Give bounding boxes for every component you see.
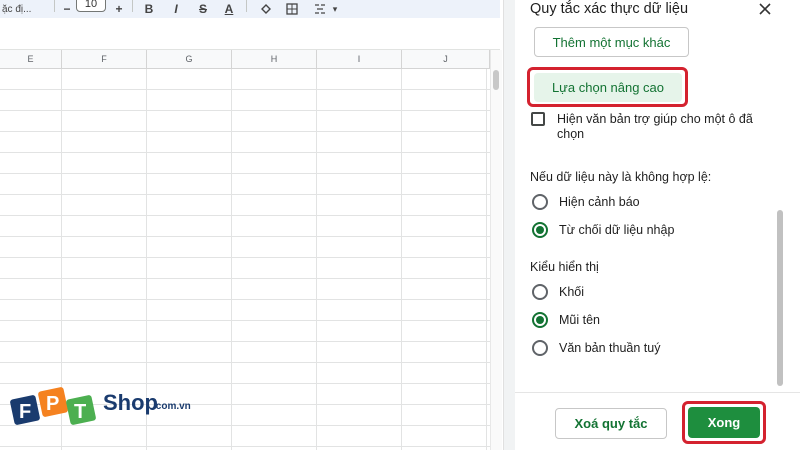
formula-bar[interactable] [0, 18, 500, 50]
grid-line [0, 383, 490, 384]
column-header-f[interactable]: F [62, 50, 147, 69]
grid-line [0, 362, 490, 363]
svg-text:F: F [19, 401, 31, 423]
display-style-label: Kiểu hiển thị [530, 260, 599, 274]
panel-scrollbar-thumb[interactable] [777, 210, 783, 386]
strikethrough-button[interactable]: S [196, 0, 210, 18]
grid-line [0, 152, 490, 153]
text-color-button[interactable]: A [222, 0, 236, 18]
help-text-checkbox-label: Hiện văn bản trợ giúp cho một ô đã chọn [557, 112, 753, 141]
close-icon[interactable] [754, 0, 776, 20]
toolbar-separator [246, 0, 247, 12]
add-another-item-button[interactable]: Thêm một mục khác [534, 27, 689, 57]
grid-line [316, 69, 317, 450]
column-header-j[interactable]: J [402, 50, 490, 69]
help-text-checkbox[interactable] [531, 112, 545, 126]
grid-line [0, 89, 490, 90]
grid-line [0, 341, 490, 342]
grid-line [0, 299, 490, 300]
grid-line [0, 320, 490, 321]
radio-chip[interactable] [532, 284, 548, 300]
remove-rule-button[interactable]: Xoá quy tắc [555, 408, 667, 439]
grid-line [231, 69, 232, 450]
column-header-i[interactable]: I [317, 50, 402, 69]
advanced-options-button[interactable]: Lựa chọn nâng cao [534, 73, 682, 102]
watermark-domain-text: .com.vn [153, 401, 191, 412]
toolbar: ặc đị... − 10 + B I S A ▾ [0, 0, 500, 18]
toolbar-separator [132, 0, 133, 12]
borders-icon[interactable] [284, 0, 300, 18]
grid-line [0, 446, 490, 447]
data-validation-panel: Quy tắc xác thực dữ liệu Thêm một mục kh… [515, 0, 800, 450]
radio-show-warning[interactable] [532, 194, 548, 210]
invalid-data-label: Nếu dữ liệu này là không hợp lệ: [530, 170, 712, 184]
chevron-down-icon[interactable]: ▾ [330, 0, 340, 18]
svg-text:T: T [74, 401, 86, 423]
svg-text:P: P [46, 393, 59, 415]
decrease-font-size-button[interactable]: − [62, 0, 72, 18]
column-header-g[interactable]: G [147, 50, 232, 69]
bold-button[interactable]: B [142, 0, 156, 18]
grid-line [0, 194, 490, 195]
increase-font-size-button[interactable]: + [112, 0, 126, 18]
font-size-input[interactable]: 10 [76, 0, 106, 12]
radio-arrow[interactable] [532, 312, 548, 328]
grid-line [0, 173, 490, 174]
panel-divider [503, 0, 515, 450]
fill-color-icon[interactable] [258, 0, 274, 18]
grid-line [0, 257, 490, 258]
radio-reject-input-label: Từ chối dữ liệu nhập [559, 223, 675, 237]
toolbar-separator [54, 0, 55, 12]
grid-line [401, 69, 402, 450]
radio-show-warning-label: Hiện cảnh báo [559, 195, 640, 209]
panel-title: Quy tắc xác thực dữ liệu [530, 1, 689, 17]
column-header-e[interactable]: E [0, 50, 62, 69]
grid-line [0, 215, 490, 216]
grid-line [0, 110, 490, 111]
font-name-select[interactable]: ặc đị... [2, 0, 31, 18]
grid-line [0, 131, 490, 132]
grid-line [0, 278, 490, 279]
column-header-h[interactable]: H [232, 50, 317, 69]
radio-reject-input[interactable] [532, 222, 548, 238]
radio-plain-text[interactable] [532, 340, 548, 356]
radio-arrow-label: Mũi tên [559, 313, 600, 327]
merge-cells-icon[interactable] [312, 0, 328, 18]
grid-scrollbar-track[interactable] [490, 50, 502, 450]
grid-line [0, 236, 490, 237]
radio-chip-label: Khối [559, 285, 585, 299]
grid-line [486, 69, 487, 450]
grid-scrollbar-thumb[interactable] [493, 70, 499, 90]
watermark-shop-text: Shop [103, 390, 158, 415]
done-button[interactable]: Xong [688, 407, 760, 438]
italic-button[interactable]: I [170, 0, 182, 18]
radio-plain-text-label: Văn bản thuần tuý [559, 341, 661, 355]
panel-footer: Xoá quy tắc Xong [515, 392, 800, 450]
